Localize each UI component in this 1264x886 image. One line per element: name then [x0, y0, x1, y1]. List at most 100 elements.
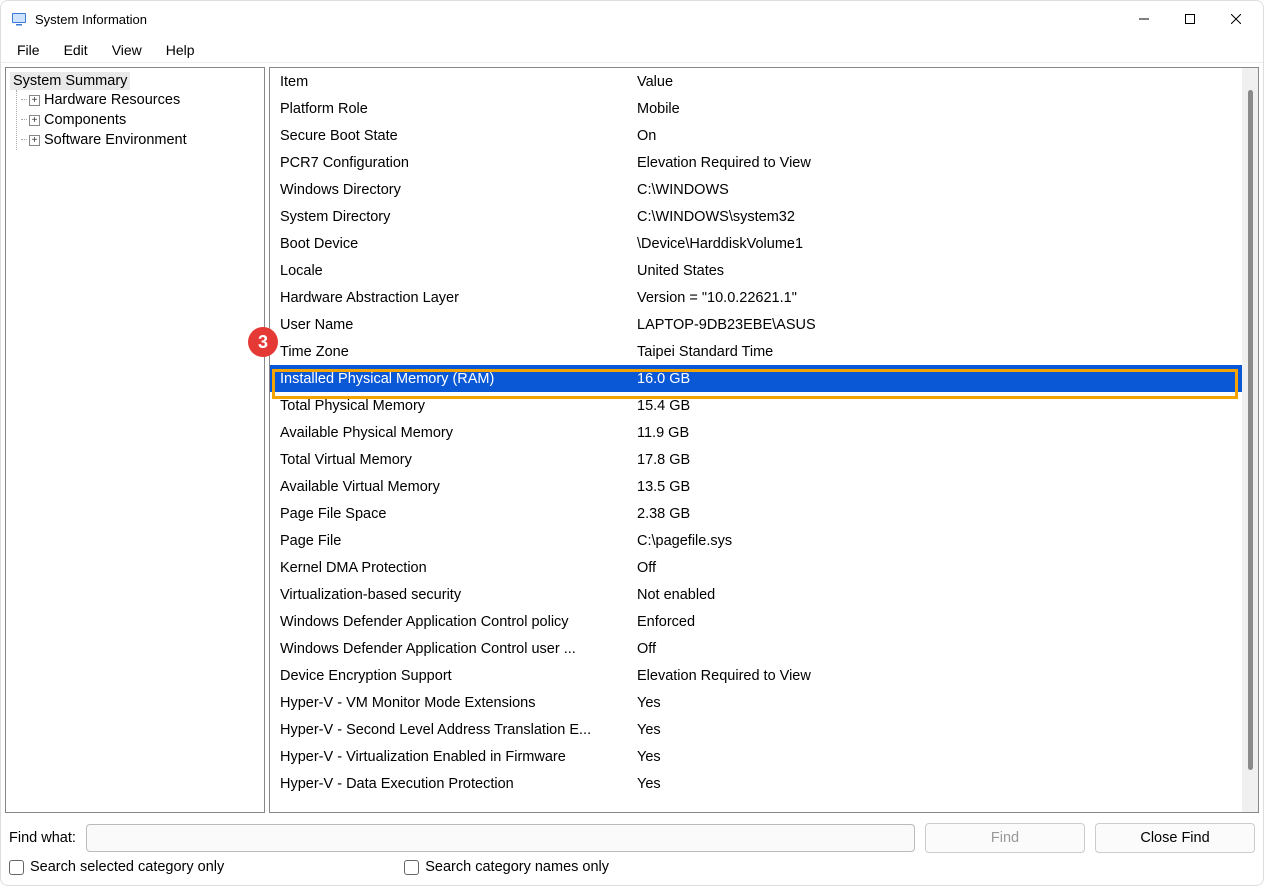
close-button[interactable] [1213, 3, 1259, 35]
row-item: Hyper-V - Data Execution Protection [270, 776, 635, 792]
tree-root[interactable]: System Summary [10, 72, 130, 90]
table-row[interactable]: Page FileC:\pagefile.sys [270, 527, 1242, 554]
table-row[interactable]: Virtualization-based securityNot enabled [270, 581, 1242, 608]
annotation-badge-3: 3 [248, 327, 278, 357]
row-value: Off [635, 641, 1242, 657]
table-row[interactable]: Secure Boot StateOn [270, 122, 1242, 149]
table-row[interactable]: Total Physical Memory15.4 GB [270, 392, 1242, 419]
tree-item-hardware-resources[interactable]: + Hardware Resources [17, 90, 260, 110]
row-value: Elevation Required to View [635, 155, 1242, 171]
table-row[interactable]: Installed Physical Memory (RAM)16.0 GB [270, 365, 1242, 392]
table-row[interactable]: Windows Defender Application Control pol… [270, 608, 1242, 635]
table-row[interactable]: Boot Device\Device\HarddiskVolume1 [270, 230, 1242, 257]
row-value: \Device\HarddiskVolume1 [635, 236, 1242, 252]
row-item: Secure Boot State [270, 128, 635, 144]
row-item: Installed Physical Memory (RAM) [270, 371, 635, 387]
row-item: Platform Role [270, 101, 635, 117]
row-item: Windows Defender Application Control use… [270, 641, 635, 657]
row-value: 15.4 GB [635, 398, 1242, 414]
row-item: Hardware Abstraction Layer [270, 290, 635, 306]
tree-item-label: Software Environment [44, 132, 187, 148]
tree-panel[interactable]: System Summary + Hardware Resources + Co… [5, 67, 265, 813]
table-row[interactable]: Total Virtual Memory17.8 GB [270, 446, 1242, 473]
expand-icon[interactable]: + [29, 135, 40, 146]
menu-file[interactable]: File [5, 39, 52, 61]
vertical-scrollbar[interactable] [1242, 68, 1258, 812]
table-row[interactable]: PCR7 ConfigurationElevation Required to … [270, 149, 1242, 176]
table-row[interactable]: Time ZoneTaipei Standard Time [270, 338, 1242, 365]
expand-icon[interactable]: + [29, 95, 40, 106]
table-row[interactable]: Hyper-V - Virtualization Enabled in Firm… [270, 743, 1242, 770]
row-value: Yes [635, 695, 1242, 711]
table-row[interactable]: Hyper-V - VM Monitor Mode ExtensionsYes [270, 689, 1242, 716]
row-item: Hyper-V - VM Monitor Mode Extensions [270, 695, 635, 711]
table-row[interactable]: Hyper-V - Data Execution ProtectionYes [270, 770, 1242, 797]
menu-edit[interactable]: Edit [52, 39, 100, 61]
tree-item-software-environment[interactable]: + Software Environment [17, 130, 260, 150]
close-find-button[interactable]: Close Find [1095, 823, 1255, 853]
table-row[interactable]: Hardware Abstraction LayerVersion = "10.… [270, 284, 1242, 311]
table-row[interactable]: Kernel DMA ProtectionOff [270, 554, 1242, 581]
column-headers[interactable]: Item Value [270, 68, 1242, 95]
find-button[interactable]: Find [925, 823, 1085, 853]
row-item: Hyper-V - Virtualization Enabled in Firm… [270, 749, 635, 765]
table-row[interactable]: Available Physical Memory11.9 GB [270, 419, 1242, 446]
row-value: Yes [635, 749, 1242, 765]
maximize-button[interactable] [1167, 3, 1213, 35]
row-item: Page File [270, 533, 635, 549]
menu-help[interactable]: Help [154, 39, 207, 61]
checkbox-icon[interactable] [9, 860, 24, 875]
find-input[interactable] [86, 824, 915, 852]
check-search-selected-category[interactable]: Search selected category only [9, 859, 224, 875]
row-value: United States [635, 263, 1242, 279]
row-item: Time Zone [270, 344, 635, 360]
column-item[interactable]: Item [270, 74, 635, 90]
tree-item-label: Hardware Resources [44, 92, 180, 108]
row-value: 17.8 GB [635, 452, 1242, 468]
tree-item-label: Components [44, 112, 126, 128]
row-value: Yes [635, 776, 1242, 792]
row-value: 13.5 GB [635, 479, 1242, 495]
table-row[interactable]: User NameLAPTOP-9DB23EBE\ASUS [270, 311, 1242, 338]
titlebar: System Information [1, 1, 1263, 37]
tree-item-components[interactable]: + Components [17, 110, 260, 130]
find-bar: Find what: Find Close Find [1, 817, 1263, 855]
checkbox-icon[interactable] [404, 860, 419, 875]
menu-view[interactable]: View [100, 39, 154, 61]
check-search-category-names[interactable]: Search category names only [404, 859, 609, 875]
row-value: Version = "10.0.22621.1" [635, 290, 1242, 306]
table-row[interactable]: Page File Space2.38 GB [270, 500, 1242, 527]
row-value: C:\WINDOWS\system32 [635, 209, 1242, 225]
row-value: Taipei Standard Time [635, 344, 1242, 360]
row-item: Locale [270, 263, 635, 279]
find-what-label: Find what: [9, 830, 76, 846]
checkbox-label: Search selected category only [30, 859, 224, 875]
row-value: Elevation Required to View [635, 668, 1242, 684]
table-row[interactable]: LocaleUnited States [270, 257, 1242, 284]
row-value: Not enabled [635, 587, 1242, 603]
row-item: Total Physical Memory [270, 398, 635, 414]
table-row[interactable]: System DirectoryC:\WINDOWS\system32 [270, 203, 1242, 230]
row-value: C:\pagefile.sys [635, 533, 1242, 549]
table-row[interactable]: Available Virtual Memory13.5 GB [270, 473, 1242, 500]
scrollbar-thumb[interactable] [1248, 90, 1253, 770]
row-item: Device Encryption Support [270, 668, 635, 684]
row-item: Kernel DMA Protection [270, 560, 635, 576]
table-row[interactable]: Windows Defender Application Control use… [270, 635, 1242, 662]
column-value[interactable]: Value [635, 74, 1242, 90]
app-icon [11, 11, 27, 27]
expand-icon[interactable]: + [29, 115, 40, 126]
row-item: Windows Directory [270, 182, 635, 198]
table-row[interactable]: Windows DirectoryC:\WINDOWS [270, 176, 1242, 203]
row-item: Available Virtual Memory [270, 479, 635, 495]
table-row[interactable]: Device Encryption SupportElevation Requi… [270, 662, 1242, 689]
table-row[interactable]: Platform RoleMobile [270, 95, 1242, 122]
row-item: Page File Space [270, 506, 635, 522]
minimize-button[interactable] [1121, 3, 1167, 35]
window-title: System Information [35, 12, 1121, 27]
row-value: Yes [635, 722, 1242, 738]
row-item: Hyper-V - Second Level Address Translati… [270, 722, 635, 738]
table-row[interactable]: Hyper-V - Second Level Address Translati… [270, 716, 1242, 743]
row-item: Virtualization-based security [270, 587, 635, 603]
row-value: Enforced [635, 614, 1242, 630]
